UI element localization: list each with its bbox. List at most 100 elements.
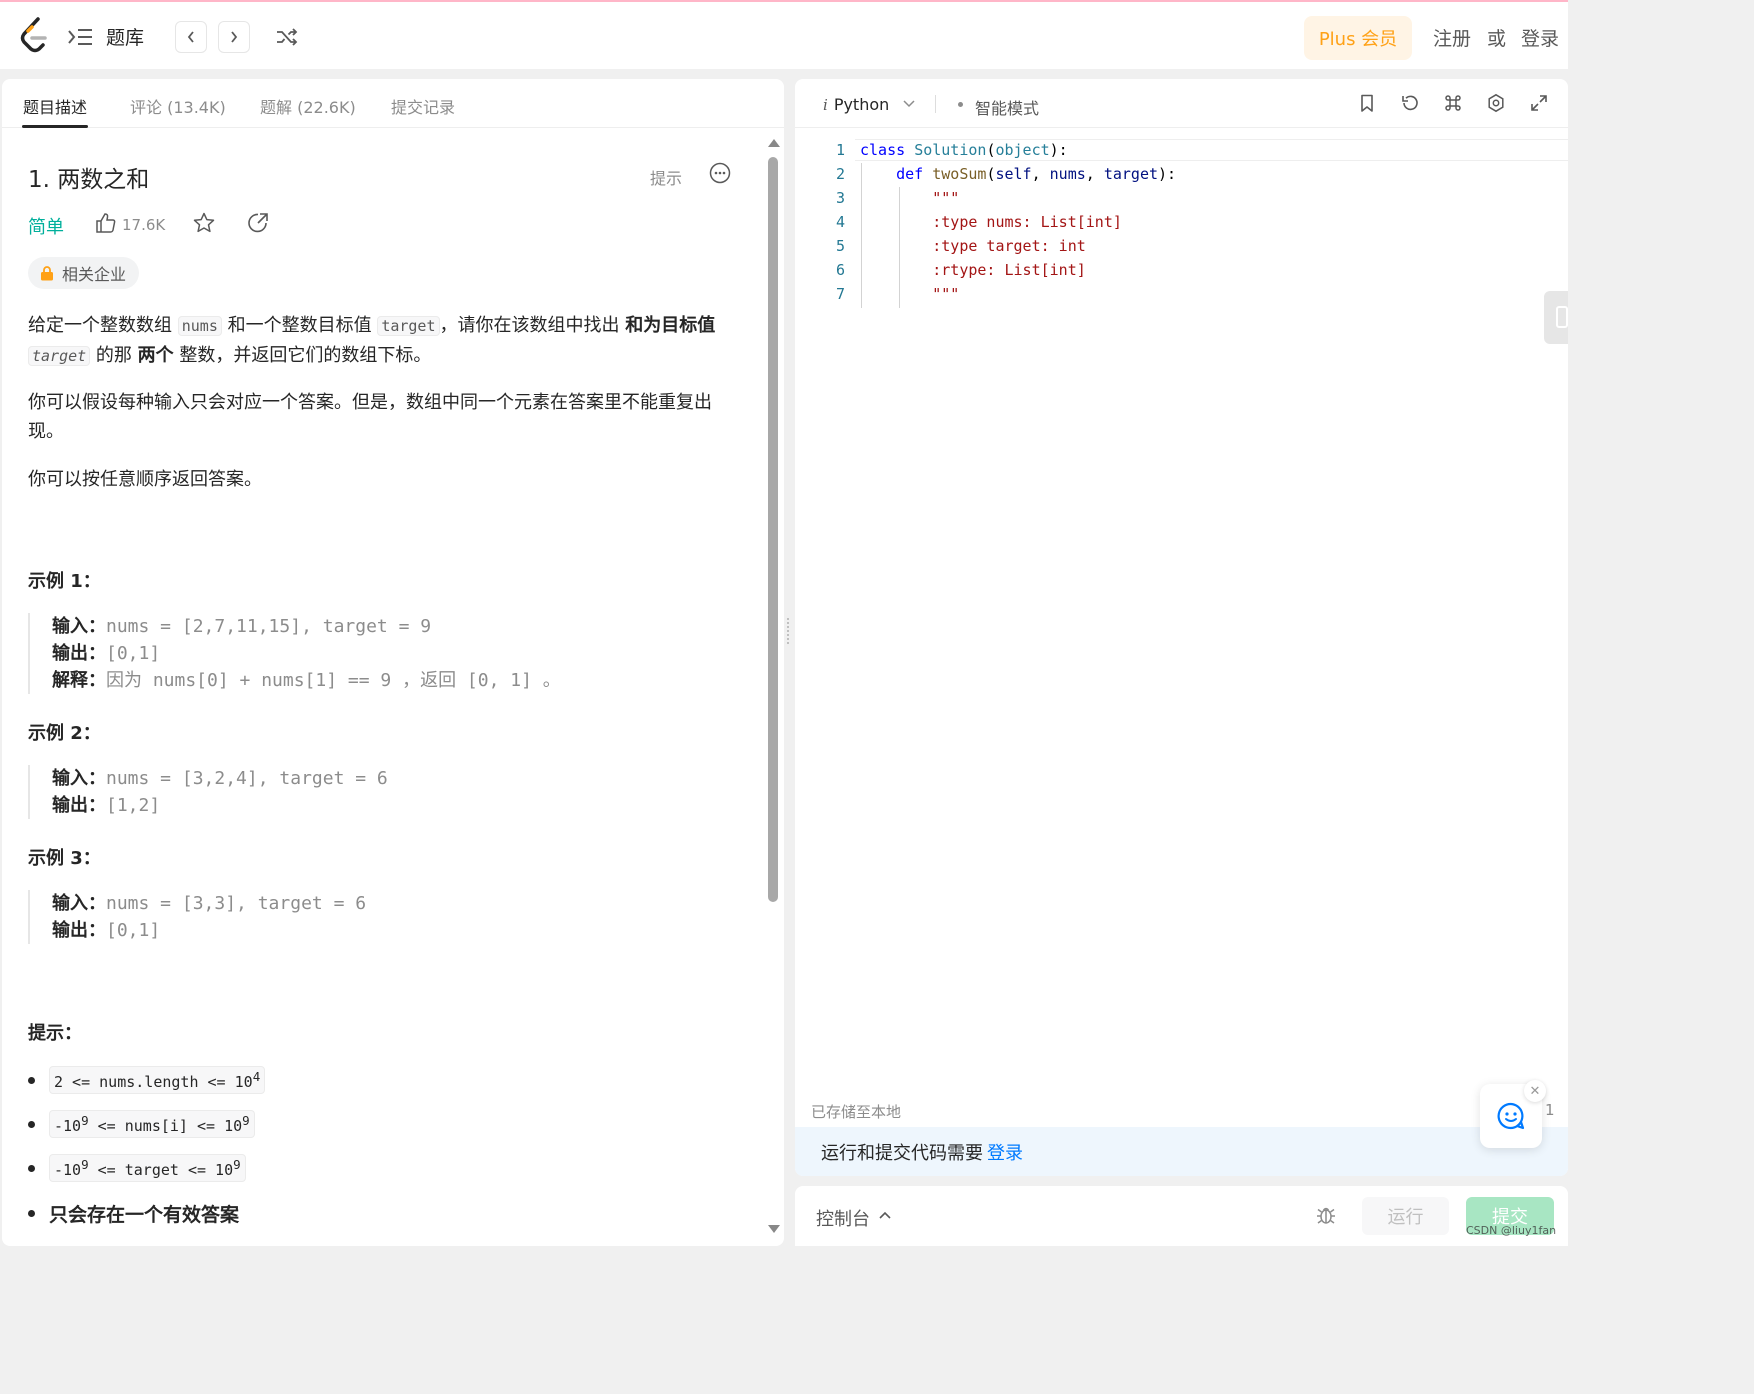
line-number: 1 <box>835 141 845 159</box>
leetcode-logo-icon[interactable] <box>18 16 52 56</box>
cursor-position: 1 <box>1545 1101 1555 1119</box>
console-bar: 控制台 运行 提交 <box>795 1186 1568 1246</box>
code-line-4[interactable]: :type nums: List[int] <box>860 213 1122 231</box>
constraint-text: <= nums[i] <= 10 <box>88 1117 243 1135</box>
description-paragraph-1: 给定一个整数数组 nums 和一个整数目标值 target ，请你在该数组中找出 … <box>28 311 740 371</box>
tab-description[interactable]: 题目描述 <box>23 94 87 118</box>
constraint-code: -109 <= target <= 109 <box>49 1154 246 1182</box>
constraint-text: -10 <box>54 1161 82 1179</box>
chevron-right-icon <box>231 31 238 43</box>
code-line-5[interactable]: :type target: int <box>860 237 1086 255</box>
info-icon: i <box>823 96 828 114</box>
tab-submissions[interactable]: 提交记录 <box>391 94 455 118</box>
function-name: twoSum <box>932 165 987 183</box>
exponent: 9 <box>81 1113 89 1128</box>
chevron-down-icon[interactable] <box>903 99 915 109</box>
prev-problem-button[interactable] <box>175 21 207 53</box>
constraint-text: -10 <box>54 1117 82 1135</box>
bullet <box>28 1210 35 1217</box>
code-line-3[interactable]: """ <box>860 189 959 207</box>
input-label: 输入： <box>52 616 106 637</box>
desc-text: 和一个整数目标值 <box>221 315 378 336</box>
language-selector[interactable]: i Python <box>823 95 889 114</box>
reset-code-icon[interactable] <box>1400 93 1420 113</box>
next-problem-button[interactable] <box>218 21 250 53</box>
panel-resize-handle[interactable] <box>787 618 790 644</box>
problem-list-menu-icon[interactable] <box>66 26 94 48</box>
share-icon[interactable] <box>246 211 270 235</box>
fullscreen-icon[interactable] <box>1529 93 1549 113</box>
constraint-text: 只会存在一个有效答案 <box>49 1204 240 1226</box>
bookmark-icon[interactable] <box>1357 93 1377 113</box>
difficulty-badge: 简单 <box>28 217 64 238</box>
debug-bug-icon[interactable] <box>1315 1204 1337 1226</box>
example-output: [0,1] <box>106 920 161 941</box>
input-label: 输入： <box>52 768 106 789</box>
example-input: nums = [3,2,4], target = 6 <box>106 768 388 789</box>
hint-link[interactable]: 提示 <box>650 165 682 189</box>
settings-gear-icon[interactable] <box>1486 93 1506 113</box>
shuffle-icon[interactable] <box>275 26 299 48</box>
docstring: :rtype: List[int] <box>932 261 1086 279</box>
scroll-down-arrow-icon[interactable] <box>768 1225 780 1233</box>
tab-solutions[interactable]: 题解 (22.6K) <box>260 94 356 118</box>
run-button[interactable]: 运行 <box>1362 1197 1449 1235</box>
tab-comments[interactable]: 评论 (13.4K) <box>130 94 226 118</box>
register-link[interactable]: 注册 <box>1433 24 1471 51</box>
like-count: 17.6K <box>122 216 166 234</box>
related-companies-tag[interactable]: 相关企业 <box>28 257 139 289</box>
description-paragraph-3: 你可以按任意顺序返回答案。 <box>28 469 262 490</box>
chevron-up-icon[interactable] <box>879 1210 891 1220</box>
exponent: 9 <box>233 1157 241 1172</box>
active-tab-indicator <box>22 125 88 128</box>
constraint-code: -109 <= nums[i] <= 109 <box>49 1110 255 1138</box>
constraint-item: 只会存在一个有效答案 <box>28 1200 239 1227</box>
constraint-text: 2 <= nums.length <= 10 <box>54 1073 253 1091</box>
code-editor-panel: i Python 智能模式 1 2 3 4 5 6 7 class Solutio… <box>795 79 1568 1176</box>
example-1-block: 输入：nums = [2,7,11,15], target = 9 输出：[0,… <box>28 613 561 694</box>
inline-code-nums: nums <box>177 316 222 336</box>
more-options-icon[interactable] <box>709 162 731 184</box>
console-toggle[interactable]: 控制台 <box>816 1205 870 1231</box>
param: self <box>995 165 1032 183</box>
constraint-text: <= target <= 10 <box>88 1161 234 1179</box>
exponent: 9 <box>242 1113 250 1128</box>
punct: , <box>1085 165 1104 183</box>
toolbar-divider <box>935 95 936 113</box>
banner-login-link[interactable]: 登录 <box>987 1139 1023 1165</box>
line-number: 5 <box>835 237 845 255</box>
problem-panel: 题目描述 评论 (13.4K) 题解 (22.6K) 提交记录 1. 两数之和 … <box>2 79 784 1246</box>
base-class: object <box>995 141 1050 159</box>
scroll-up-arrow-icon[interactable] <box>768 139 780 147</box>
example-output: [0,1] <box>106 643 161 664</box>
chevron-left-icon <box>187 31 194 43</box>
code-line-7[interactable]: """ <box>860 285 959 303</box>
or-text: 或 <box>1487 28 1507 50</box>
example-input: nums = [3,3], target = 6 <box>106 893 367 914</box>
constraint-code: 2 <= nums.length <= 104 <box>49 1066 266 1094</box>
class-name: Solution <box>914 141 987 159</box>
related-companies-label: 相关企业 <box>62 265 127 284</box>
mode-dot-icon <box>958 102 963 107</box>
plus-membership-button[interactable]: Plus 会员 <box>1304 16 1412 60</box>
code-line-1[interactable]: class Solution(object): <box>860 141 1068 159</box>
problem-bank-link[interactable]: 题库 <box>106 23 144 50</box>
star-icon[interactable] <box>192 211 216 235</box>
desc-text: 给定一个整数数组 <box>28 315 178 336</box>
example-3-block: 输入：nums = [3,3], target = 6 输出：[0,1] <box>28 890 366 944</box>
line-number: 3 <box>835 189 845 207</box>
command-shortcut-icon[interactable] <box>1443 93 1463 113</box>
line-number: 6 <box>835 261 845 279</box>
code-line-6[interactable]: :rtype: List[int] <box>860 261 1086 279</box>
code-line-2[interactable]: def twoSum(self, nums, target): <box>860 165 1176 183</box>
close-icon[interactable]: ✕ <box>1524 1080 1546 1102</box>
constraint-item: -109 <= nums[i] <= 109 <box>28 1110 255 1138</box>
login-link[interactable]: 登录 <box>1521 24 1559 51</box>
scrollbar-thumb[interactable] <box>768 157 778 902</box>
thumbs-up-icon[interactable] <box>94 211 118 235</box>
bullet <box>28 1164 35 1172</box>
smart-mode-toggle[interactable]: 智能模式 <box>975 95 1039 119</box>
example-1-title: 示例 1： <box>28 571 101 592</box>
docstring: :type nums: List[int] <box>932 213 1122 231</box>
problem-title: 1. 两数之和 <box>28 167 150 193</box>
